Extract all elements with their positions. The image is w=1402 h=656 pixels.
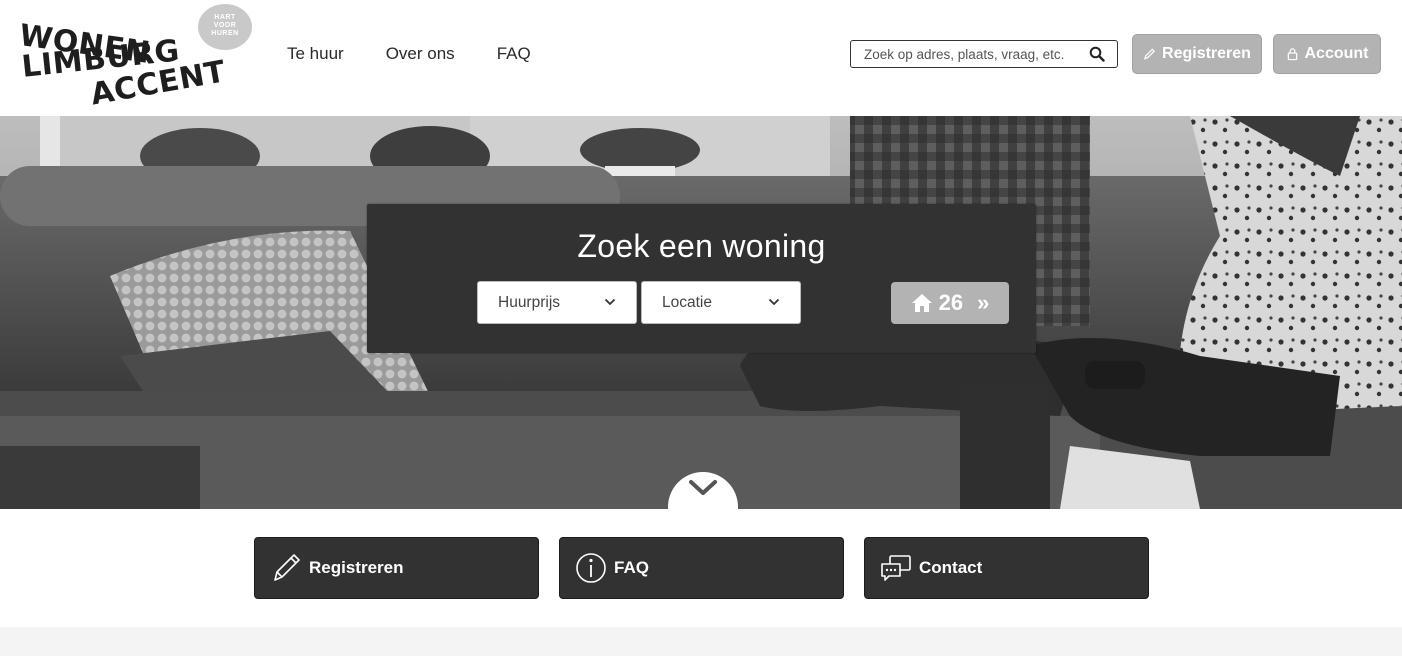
home-icon — [911, 294, 932, 312]
site-logo[interactable]: WONEN LIMBURG ACCENT HART VOOR HUREN — [17, 4, 260, 112]
info-icon — [576, 553, 606, 583]
filter-locatie-select[interactable]: Locatie — [641, 281, 801, 324]
site-header: WONEN LIMBURG ACCENT HART VOOR HUREN Te … — [0, 0, 1402, 116]
chat-icon — [881, 555, 911, 581]
chevron-down-icon — [768, 298, 780, 306]
hero-banner: Zoek een woning Huurprijs Locatie 26 » — [0, 116, 1402, 509]
pencil-icon — [274, 554, 300, 581]
results-arrow: » — [977, 290, 990, 315]
nav-item-te-huur[interactable]: Te huur — [287, 44, 344, 64]
header-account-label: Account — [1304, 45, 1369, 62]
search-icon[interactable] — [1089, 46, 1105, 62]
search-input[interactable] — [864, 46, 1086, 62]
badge-text-3: HUREN — [211, 30, 239, 37]
results-count-button[interactable]: 26 » — [891, 282, 1009, 324]
quicklink-contact-label: Contact — [919, 558, 983, 577]
nav-item-over-ons[interactable]: Over ons — [386, 44, 455, 64]
badge-text-2: VOOR — [213, 22, 237, 29]
site-search — [850, 40, 1118, 68]
scroll-down-button[interactable] — [668, 472, 738, 542]
quicklink-faq[interactable]: FAQ — [559, 537, 844, 599]
main-nav: Te huur Over ons FAQ — [287, 44, 573, 64]
filter-huurprijs-select[interactable]: Huurprijs — [477, 281, 637, 324]
quicklink-registreren[interactable]: Registreren — [254, 537, 539, 599]
hero-title: Zoek een woning — [577, 228, 826, 264]
nav-item-faq[interactable]: FAQ — [497, 44, 531, 64]
hart-voor-huren-badge: HART VOOR HUREN — [198, 4, 252, 50]
badge-text-1: HART — [214, 14, 236, 21]
header-register-button[interactable]: Registreren — [1132, 34, 1262, 74]
quicklink-registreren-label: Registreren — [309, 558, 404, 577]
quicklink-faq-label: FAQ — [614, 558, 649, 577]
filter-locatie-label: Locatie — [662, 293, 712, 311]
chevron-down-icon — [689, 480, 717, 495]
house-search-panel: Zoek een woning Huurprijs Locatie 26 » — [367, 204, 1036, 353]
results-count: 26 — [938, 290, 964, 315]
filter-huurprijs-label: Huurprijs — [498, 293, 561, 311]
footer-strip — [0, 627, 1402, 656]
header-account-button[interactable]: Account — [1273, 34, 1381, 74]
pencil-icon — [1143, 48, 1156, 60]
header-register-label: Registreren — [1162, 45, 1251, 62]
lock-icon — [1287, 48, 1297, 61]
chevron-down-icon — [604, 298, 616, 306]
quicklink-contact[interactable]: Contact — [864, 537, 1149, 599]
